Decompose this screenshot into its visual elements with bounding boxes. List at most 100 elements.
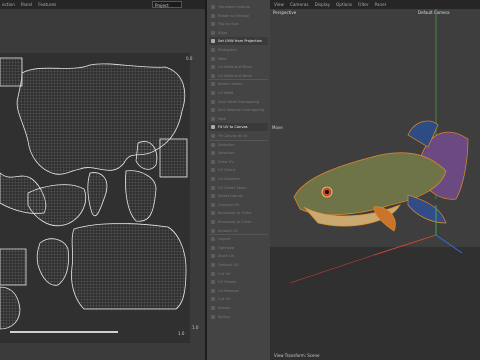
command-item[interactable]: Selection bbox=[209, 141, 268, 149]
command-label: Transform Islands bbox=[218, 5, 250, 9]
command-icon bbox=[211, 185, 215, 190]
viewport-menu-item[interactable]: View bbox=[274, 2, 284, 7]
command-icon bbox=[211, 56, 215, 61]
command-label: Fit Canvas to UV bbox=[218, 134, 248, 138]
command-item[interactable]: Stack UV bbox=[209, 252, 268, 260]
command-label: UV Seams bbox=[218, 280, 237, 285]
command-item[interactable]: Boundary to Ortho bbox=[209, 209, 268, 217]
scene-render bbox=[289, 9, 469, 284]
uv-coord-top: 0.0 bbox=[186, 56, 193, 61]
command-icon bbox=[211, 237, 215, 242]
axis-z bbox=[435, 234, 463, 254]
uv-menu-item[interactable]: ection bbox=[2, 2, 15, 7]
command-item[interactable]: UV Deselect bbox=[209, 175, 268, 183]
viewport-menu-item[interactable]: Cameras bbox=[290, 2, 309, 7]
command-item[interactable]: UV Seams bbox=[209, 278, 268, 286]
command-item[interactable]: Straighten bbox=[209, 46, 268, 54]
command-label: Cut UV bbox=[218, 297, 231, 302]
command-label: Pack bbox=[218, 116, 227, 121]
command-icon bbox=[211, 22, 215, 27]
viewport-menu-item[interactable]: Options bbox=[336, 2, 352, 7]
command-icon bbox=[211, 306, 215, 310]
command-icon bbox=[211, 202, 215, 207]
uv-coord-right: 1.0 bbox=[192, 325, 199, 330]
command-label: Set UVW from Projection bbox=[218, 39, 263, 44]
command-icon bbox=[211, 254, 215, 259]
command-item[interactable]: Selection bbox=[209, 149, 268, 157]
command-icon bbox=[211, 39, 215, 44]
uv-island-mid bbox=[27, 184, 87, 227]
command-item[interactable]: Align bbox=[209, 29, 268, 37]
viewport-menu-item[interactable]: Display bbox=[315, 2, 330, 7]
command-item[interactable]: Spot Weld Overlapping bbox=[209, 98, 268, 106]
command-item[interactable]: Boundary to Circle bbox=[209, 218, 268, 226]
command-icon bbox=[211, 82, 215, 87]
command-item[interactable]: Connect UV bbox=[209, 201, 268, 209]
command-item[interactable]: Cut UV bbox=[209, 270, 268, 278]
command-item[interactable]: Optimize bbox=[209, 244, 268, 252]
viewport-menu-item[interactable]: Panel bbox=[375, 2, 386, 7]
command-item[interactable]: UV Select Seam bbox=[209, 184, 268, 192]
uv-editor-menubar: ection Panel Features Project bbox=[0, 0, 205, 9]
command-item[interactable]: Layout bbox=[209, 235, 268, 243]
command-label: Straighten bbox=[218, 48, 237, 52]
command-item[interactable]: Rotate to Vertical bbox=[209, 12, 268, 20]
command-label: Grow UV bbox=[218, 159, 234, 164]
perspective-viewport[interactable]: Perspective Default Camera Move View Tra… bbox=[270, 9, 480, 360]
command-icon bbox=[211, 125, 215, 130]
command-item[interactable]: UV Weld and Move bbox=[209, 63, 268, 71]
command-item[interactable]: Pack bbox=[209, 115, 268, 123]
command-item[interactable]: Flip by Axis bbox=[209, 20, 268, 28]
command-item[interactable]: Spring bbox=[209, 313, 268, 321]
uv-horizontal-scrollbar[interactable] bbox=[10, 331, 118, 333]
command-item[interactable]: Seams bbox=[209, 304, 268, 312]
command-label: Border Select bbox=[218, 82, 243, 87]
command-label: Unstack UV bbox=[218, 263, 239, 267]
command-label: Connect UV bbox=[218, 202, 240, 207]
command-icon bbox=[211, 30, 215, 35]
command-label: Select Islands bbox=[218, 194, 243, 199]
uv-island-right-fin bbox=[125, 170, 157, 222]
viewport-menu-item[interactable]: Filter bbox=[358, 2, 368, 7]
axis-x bbox=[373, 234, 437, 256]
command-item[interactable]: Unstack UV bbox=[209, 261, 268, 269]
project-select[interactable]: Project bbox=[152, 1, 182, 8]
uv-menu-item[interactable]: Features bbox=[38, 2, 56, 7]
floor-red-line bbox=[289, 254, 375, 284]
command-label: Stack UV bbox=[218, 254, 235, 259]
uv-editor-viewport[interactable]: 0.0 1.0 1.0 bbox=[0, 9, 205, 360]
command-item[interactable]: Sort Relative Overlapping bbox=[209, 106, 268, 114]
command-icon bbox=[211, 116, 215, 121]
command-item[interactable]: Fit UV to Canvas bbox=[209, 123, 268, 132]
command-separator bbox=[209, 139, 268, 141]
uv-island-layout bbox=[0, 57, 188, 330]
command-icon bbox=[211, 263, 215, 267]
uv-island-bottom-strip bbox=[0, 248, 27, 286]
command-item[interactable]: UV Remove bbox=[209, 287, 268, 295]
command-icon bbox=[211, 168, 215, 173]
command-icon bbox=[211, 297, 215, 302]
command-item[interactable]: Set UVW from Projection bbox=[209, 37, 268, 46]
command-icon bbox=[211, 91, 215, 95]
command-item[interactable]: Border Select bbox=[209, 80, 268, 88]
command-item[interactable]: Cut UV bbox=[209, 295, 268, 303]
command-label: UV Weld bbox=[218, 91, 234, 95]
command-icon bbox=[211, 73, 215, 78]
command-label: UV Select Seam bbox=[218, 185, 247, 190]
command-label: UV Shrink bbox=[218, 168, 236, 173]
command-item[interactable]: Weld bbox=[209, 55, 268, 63]
command-icon bbox=[211, 13, 215, 18]
command-icon bbox=[211, 159, 215, 164]
uv-menu-item[interactable]: Panel bbox=[21, 2, 32, 7]
command-item[interactable]: UV Weld bbox=[209, 89, 268, 97]
command-icon bbox=[211, 288, 215, 293]
uv-island-corner bbox=[0, 286, 21, 330]
command-label: Boundary to Circle bbox=[218, 220, 252, 224]
command-item[interactable]: Grow UV bbox=[209, 158, 268, 166]
command-label: UV Weld and Move bbox=[218, 73, 252, 78]
command-item[interactable]: Transform Islands bbox=[209, 3, 268, 11]
uv-island-fin bbox=[87, 172, 108, 217]
command-item[interactable]: UV Shrink bbox=[209, 166, 268, 174]
uv-canvas[interactable] bbox=[0, 53, 190, 343]
command-item[interactable]: Select Islands bbox=[209, 192, 268, 200]
